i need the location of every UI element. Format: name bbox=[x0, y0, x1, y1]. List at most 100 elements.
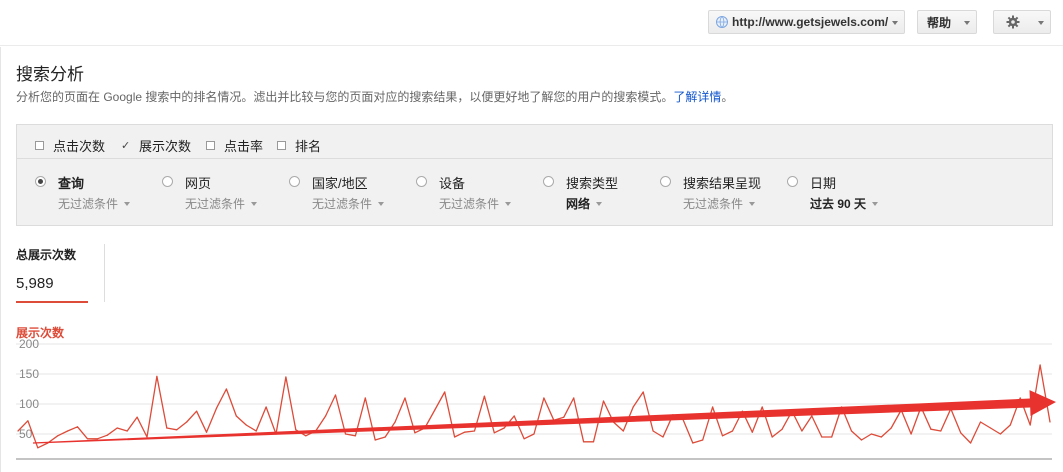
data-point[interactable] bbox=[384, 436, 386, 438]
settings-button[interactable] bbox=[993, 10, 1051, 34]
data-point[interactable] bbox=[523, 438, 525, 440]
data-point[interactable] bbox=[781, 428, 783, 430]
data-point[interactable] bbox=[176, 429, 178, 431]
filter-dropdown[interactable]: 无过滤条件 bbox=[58, 195, 131, 212]
data-point[interactable] bbox=[166, 427, 168, 429]
data-point[interactable] bbox=[503, 427, 505, 429]
data-point[interactable] bbox=[344, 433, 347, 435]
data-point[interactable] bbox=[57, 435, 59, 437]
data-point[interactable] bbox=[76, 426, 79, 428]
data-point[interactable] bbox=[890, 427, 892, 429]
data-point[interactable] bbox=[731, 430, 734, 432]
data-point[interactable] bbox=[364, 397, 366, 399]
data-point[interactable] bbox=[602, 400, 605, 402]
checkbox[interactable] bbox=[35, 141, 44, 150]
data-point[interactable] bbox=[116, 427, 118, 429]
data-point[interactable] bbox=[37, 447, 39, 449]
data-point[interactable] bbox=[970, 442, 972, 444]
data-point[interactable] bbox=[592, 441, 595, 443]
data-point[interactable] bbox=[573, 397, 575, 399]
data-point[interactable] bbox=[771, 436, 773, 438]
data-point[interactable] bbox=[880, 436, 882, 438]
radio-button[interactable] bbox=[660, 176, 671, 187]
data-point[interactable] bbox=[761, 406, 763, 408]
data-point[interactable] bbox=[1049, 421, 1051, 423]
radio-button[interactable] bbox=[35, 176, 46, 187]
data-point[interactable] bbox=[960, 432, 962, 434]
data-point[interactable] bbox=[831, 436, 833, 438]
data-point[interactable] bbox=[404, 397, 406, 399]
data-point[interactable] bbox=[642, 391, 644, 393]
data-point[interactable] bbox=[1009, 424, 1011, 426]
data-point[interactable] bbox=[434, 409, 436, 411]
data-point[interactable] bbox=[563, 416, 565, 418]
data-point[interactable] bbox=[533, 433, 535, 435]
radio-button[interactable] bbox=[543, 176, 554, 187]
data-point[interactable] bbox=[444, 391, 446, 393]
site-selector[interactable]: http://www.getsjewels.com/ bbox=[708, 10, 905, 34]
data-point[interactable] bbox=[999, 433, 1002, 435]
data-point[interactable] bbox=[394, 421, 396, 423]
data-point[interactable] bbox=[374, 439, 376, 441]
radio-button[interactable] bbox=[162, 176, 173, 187]
data-point[interactable] bbox=[860, 439, 863, 441]
checkbox[interactable] bbox=[277, 141, 286, 150]
data-point[interactable] bbox=[126, 430, 128, 432]
filter-dropdown[interactable]: 无过滤条件 bbox=[185, 195, 258, 212]
data-point[interactable] bbox=[245, 424, 247, 426]
data-point[interactable] bbox=[67, 430, 69, 432]
data-point[interactable] bbox=[186, 421, 188, 423]
data-point[interactable] bbox=[712, 406, 714, 408]
data-point[interactable] bbox=[989, 427, 992, 429]
radio-button[interactable] bbox=[416, 176, 427, 187]
data-point[interactable] bbox=[1029, 424, 1031, 426]
data-point[interactable] bbox=[662, 436, 664, 438]
checkmark-icon[interactable]: ✓ bbox=[121, 139, 131, 152]
data-point[interactable] bbox=[156, 375, 158, 377]
data-point[interactable] bbox=[483, 395, 485, 397]
data-point[interactable] bbox=[1039, 364, 1041, 366]
data-point[interactable] bbox=[96, 438, 98, 440]
data-point[interactable] bbox=[622, 430, 624, 432]
data-point[interactable] bbox=[325, 415, 327, 417]
filter-dropdown[interactable]: 过去 90 天 bbox=[810, 195, 879, 212]
data-point[interactable] bbox=[334, 394, 337, 396]
data-point[interactable] bbox=[305, 435, 307, 437]
metric-ctr[interactable]: 点击率 bbox=[206, 136, 263, 155]
data-point[interactable] bbox=[354, 435, 356, 437]
data-point[interactable] bbox=[493, 432, 495, 434]
data-point[interactable] bbox=[543, 397, 545, 399]
data-point[interactable] bbox=[870, 433, 873, 435]
data-point[interactable] bbox=[106, 434, 108, 436]
data-point[interactable] bbox=[414, 432, 416, 434]
data-point[interactable] bbox=[265, 406, 267, 408]
data-point[interactable] bbox=[821, 436, 823, 438]
radio-button[interactable] bbox=[787, 176, 798, 187]
metric-position[interactable]: 排名 bbox=[277, 136, 321, 155]
data-point[interactable] bbox=[721, 435, 724, 437]
data-point[interactable] bbox=[255, 430, 257, 432]
data-point[interactable] bbox=[692, 442, 694, 444]
data-point[interactable] bbox=[295, 429, 297, 431]
help-button[interactable]: 帮助 bbox=[917, 10, 977, 34]
data-point[interactable] bbox=[215, 407, 218, 409]
metric-clicks[interactable]: 点击次数 bbox=[35, 136, 105, 155]
data-point[interactable] bbox=[801, 430, 803, 432]
checkbox[interactable] bbox=[206, 141, 215, 150]
radio-button[interactable] bbox=[289, 176, 300, 187]
data-point[interactable] bbox=[652, 430, 654, 432]
data-point[interactable] bbox=[473, 430, 476, 432]
filter-dropdown[interactable]: 无过滤条件 bbox=[439, 195, 512, 212]
data-point[interactable] bbox=[751, 431, 753, 433]
data-point[interactable] bbox=[285, 376, 287, 378]
data-point[interactable] bbox=[811, 415, 813, 417]
data-point[interactable] bbox=[225, 388, 227, 390]
data-point[interactable] bbox=[702, 439, 704, 441]
data-point[interactable] bbox=[454, 436, 456, 438]
data-point[interactable] bbox=[940, 430, 942, 432]
data-point[interactable] bbox=[979, 421, 982, 423]
data-point[interactable] bbox=[513, 415, 515, 417]
data-point[interactable] bbox=[850, 430, 853, 432]
data-point[interactable] bbox=[196, 410, 198, 412]
learn-more-link[interactable]: 了解详情 bbox=[673, 90, 721, 104]
